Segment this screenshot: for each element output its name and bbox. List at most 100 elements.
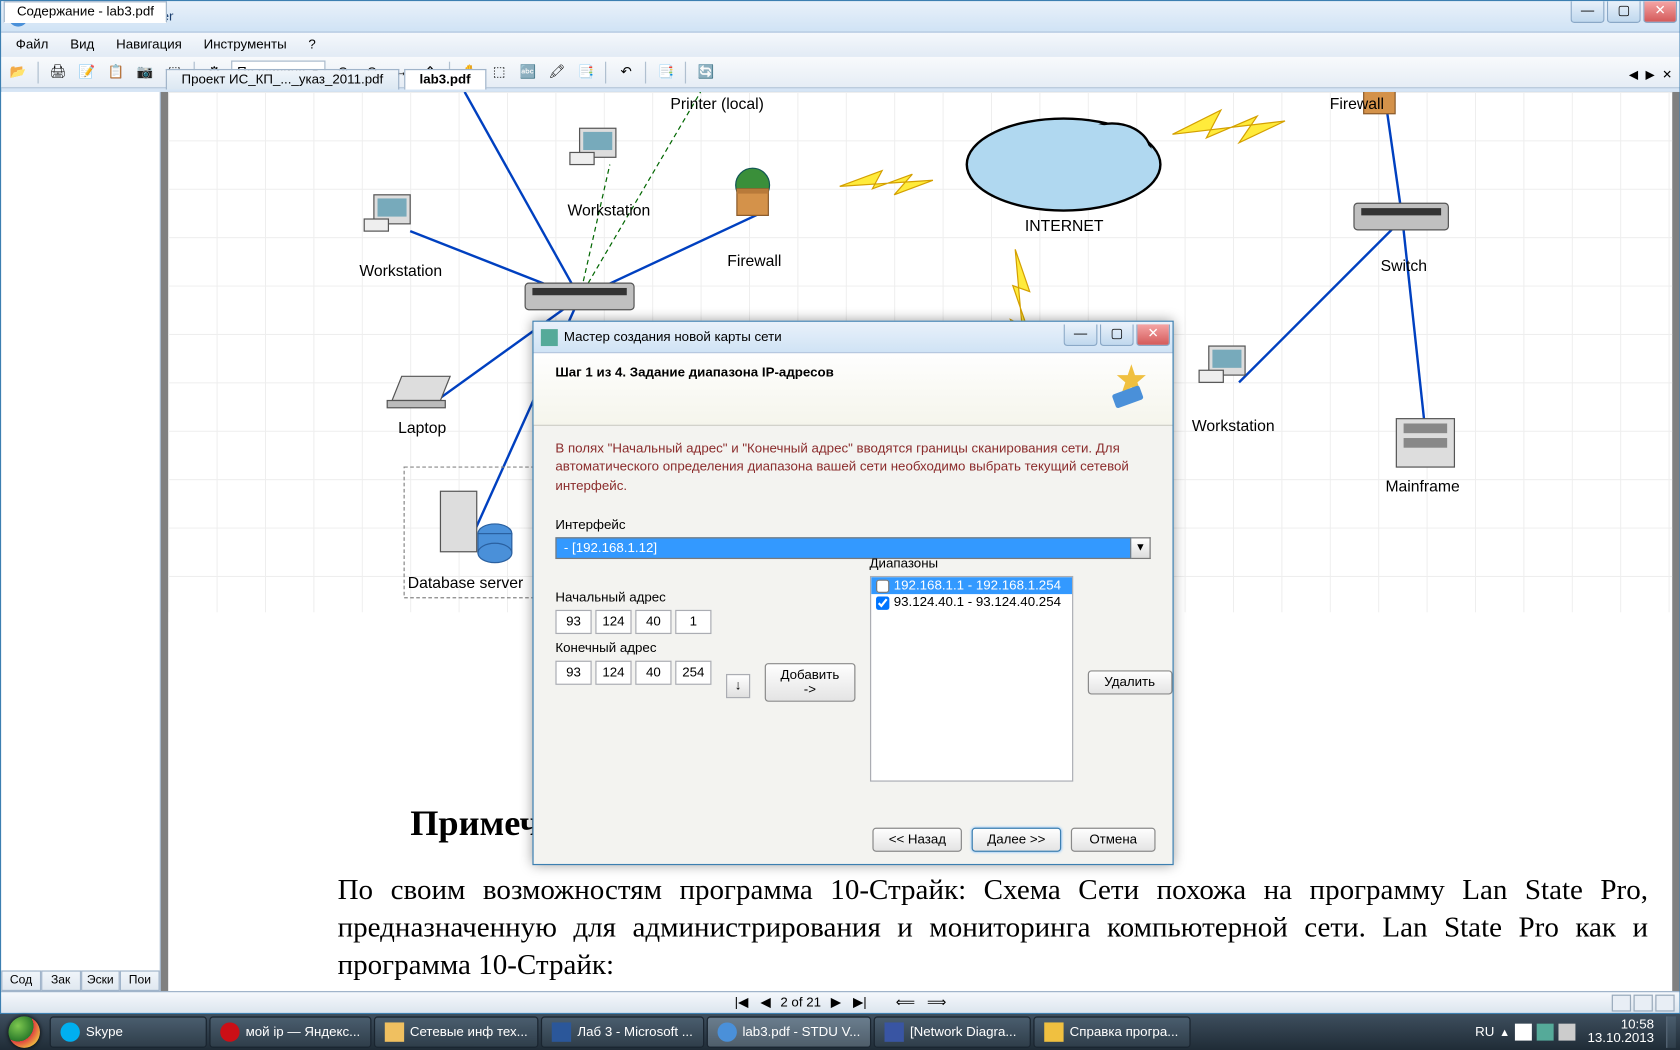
undo-icon[interactable]: ↶ bbox=[614, 60, 638, 84]
last-page-icon[interactable]: ▶| bbox=[851, 995, 870, 1011]
tab-prev-icon[interactable]: ◀ bbox=[1626, 69, 1640, 82]
highlight-icon[interactable]: 🖍 bbox=[545, 60, 569, 84]
dialog-maximize-button[interactable]: ▢ bbox=[1100, 324, 1134, 346]
tab-close-icon[interactable]: ✕ bbox=[1660, 69, 1675, 82]
minimize-button[interactable]: — bbox=[1571, 1, 1605, 23]
taskbar-skype[interactable]: Skype bbox=[50, 1016, 207, 1047]
end-ip-octet-3[interactable]: 40 bbox=[635, 661, 671, 685]
nav-forward-icon[interactable]: ⟹ bbox=[925, 995, 949, 1011]
menu-file[interactable]: Файл bbox=[6, 35, 58, 54]
view-mode-3-icon[interactable] bbox=[1655, 994, 1674, 1011]
start-ip-octet-1[interactable]: 93 bbox=[555, 610, 591, 634]
dialog-help-text: В полях "Начальный адрес" и "Конечный ад… bbox=[555, 440, 1150, 496]
end-ip-octet-4[interactable]: 254 bbox=[675, 661, 711, 685]
maximize-button[interactable]: ▢ bbox=[1607, 1, 1641, 23]
taskbar-visio[interactable]: [Network Diagra... bbox=[874, 1016, 1031, 1047]
dialog-close-button[interactable]: ✕ bbox=[1136, 324, 1170, 346]
start-ip-octet-2[interactable]: 124 bbox=[595, 610, 631, 634]
tray-clock[interactable]: 10:58 13.10.2013 bbox=[1580, 1019, 1661, 1046]
end-address-label: Конечный адрес bbox=[555, 642, 711, 657]
menu-help[interactable]: ? bbox=[299, 35, 326, 54]
tab-next-icon[interactable]: ▶ bbox=[1643, 69, 1657, 82]
cancel-button[interactable]: Отмена bbox=[1071, 828, 1156, 852]
copy-icon[interactable]: 📋 bbox=[104, 60, 128, 84]
label-workstation-top: Workstation bbox=[567, 201, 650, 219]
swap-addresses-button[interactable]: ↓ bbox=[726, 674, 750, 698]
interface-dropdown-icon[interactable]: ▼ bbox=[1131, 537, 1150, 559]
sidebar-tab-thumbnails[interactable]: Эски bbox=[80, 970, 120, 991]
start-address-label: Начальный адрес bbox=[555, 591, 711, 606]
sidebar-tab-contents[interactable]: Содержание - lab3.pdf bbox=[4, 1, 168, 23]
next-button[interactable]: Далее >> bbox=[971, 828, 1061, 852]
range-text-2: 93.124.40.1 - 93.124.40.254 bbox=[894, 596, 1061, 611]
ranges-listbox[interactable]: 192.168.1.1 - 192.168.1.254 93.124.40.1 … bbox=[870, 576, 1073, 782]
prev-page-icon[interactable]: ◀ bbox=[758, 995, 773, 1011]
first-page-icon[interactable]: |◀ bbox=[732, 995, 751, 1011]
start-button[interactable] bbox=[0, 1014, 48, 1050]
taskbar-word-label: Лаб 3 - Microsoft ... bbox=[577, 1025, 692, 1040]
select-icon[interactable]: ⬚ bbox=[487, 60, 511, 84]
sidebar-tab-contents-bottom[interactable]: Сод bbox=[1, 970, 41, 991]
window-titlebar: lab3.pdf - STDU Viewer — ▢ ✕ bbox=[1, 1, 1679, 32]
doc-tab-1[interactable]: Проект ИС_КП_..._указ_2011.pdf bbox=[166, 69, 399, 90]
copy2-icon[interactable]: 📑 bbox=[654, 60, 678, 84]
add-range-button[interactable]: Добавить -> bbox=[765, 663, 855, 702]
menu-view[interactable]: Вид bbox=[61, 35, 104, 54]
docs-icon[interactable]: 📑 bbox=[574, 60, 598, 84]
delete-range-button[interactable]: Удалить bbox=[1087, 671, 1172, 695]
tray-volume-icon[interactable] bbox=[1558, 1024, 1575, 1041]
view-mode-2-icon[interactable] bbox=[1634, 994, 1653, 1011]
doc-tab-2[interactable]: lab3.pdf bbox=[404, 69, 486, 90]
taskbar-visio-label: [Network Diagra... bbox=[910, 1025, 1017, 1040]
pdf-heading: Примеч bbox=[410, 803, 540, 844]
start-ip-octet-3[interactable]: 40 bbox=[635, 610, 671, 634]
visio-icon bbox=[885, 1022, 904, 1041]
nav-back-icon[interactable]: ⟸ bbox=[893, 995, 917, 1011]
view-mode-1-icon[interactable] bbox=[1612, 994, 1631, 1011]
ip-range-wizard-dialog: Мастер создания новой карты сети — ▢ ✕ Ш… bbox=[532, 321, 1173, 866]
start-ip-octet-4[interactable]: 1 bbox=[675, 610, 711, 634]
sidebar-tab-search[interactable]: Пои bbox=[120, 970, 160, 991]
taskbar-stdu[interactable]: lab3.pdf - STDU V... bbox=[706, 1016, 871, 1047]
taskbar-help-label: Справка програ... bbox=[1070, 1025, 1179, 1040]
range-checkbox-1[interactable] bbox=[876, 579, 889, 592]
taskbar-word[interactable]: Лаб 3 - Microsoft ... bbox=[541, 1016, 704, 1047]
range-checkbox-2[interactable] bbox=[876, 596, 889, 609]
text-icon[interactable]: 📝 bbox=[75, 60, 99, 84]
tray-show-hidden-icon[interactable]: ▲ bbox=[1499, 1026, 1510, 1038]
end-ip-octet-1[interactable]: 93 bbox=[555, 661, 591, 685]
refresh-icon[interactable]: 🔄 bbox=[694, 60, 718, 84]
tray-language[interactable]: RU bbox=[1475, 1025, 1494, 1040]
text-select-icon[interactable]: 🔤 bbox=[516, 60, 540, 84]
page-indicator: 2 of 21 bbox=[780, 995, 821, 1010]
label-firewall-right: Firewall bbox=[1330, 94, 1384, 112]
camera-icon[interactable]: 📷 bbox=[133, 60, 157, 84]
label-database-server: Database server bbox=[408, 574, 523, 592]
opera-icon bbox=[220, 1022, 239, 1041]
range-item-2[interactable]: 93.124.40.1 - 93.124.40.254 bbox=[871, 594, 1072, 611]
end-ip-octet-2[interactable]: 124 bbox=[595, 661, 631, 685]
label-firewall-left: Firewall bbox=[727, 252, 781, 270]
tray-date: 13.10.2013 bbox=[1587, 1032, 1654, 1045]
open-icon[interactable]: 📂 bbox=[6, 60, 30, 84]
next-page-icon[interactable]: ▶ bbox=[828, 995, 843, 1011]
taskbar-explorer[interactable]: Сетевые инф тех... bbox=[374, 1016, 539, 1047]
back-button[interactable]: << Назад bbox=[873, 828, 962, 852]
taskbar-help[interactable]: Справка програ... bbox=[1033, 1016, 1190, 1047]
skype-icon bbox=[61, 1022, 80, 1041]
dialog-minimize-button[interactable]: — bbox=[1064, 324, 1098, 346]
range-item-1[interactable]: 192.168.1.1 - 192.168.1.254 bbox=[871, 577, 1072, 594]
show-desktop-button[interactable] bbox=[1666, 1016, 1676, 1047]
windows-taskbar: Skype мой ip — Яндекс... Сетевые инф тех… bbox=[0, 1014, 1680, 1050]
dialog-app-icon bbox=[541, 329, 558, 346]
close-button[interactable]: ✕ bbox=[1643, 1, 1677, 23]
menu-navigation[interactable]: Навигация bbox=[106, 35, 191, 54]
print-icon[interactable]: 🖨 bbox=[46, 60, 70, 84]
label-switch: Switch bbox=[1381, 257, 1427, 275]
sidebar-tab-bookmarks[interactable]: Зак bbox=[41, 970, 81, 991]
tray-flag-icon[interactable] bbox=[1515, 1024, 1532, 1041]
menu-tools[interactable]: Инструменты bbox=[194, 35, 296, 54]
taskbar-opera[interactable]: мой ip — Яндекс... bbox=[209, 1016, 371, 1047]
tray-network-icon[interactable] bbox=[1537, 1024, 1554, 1041]
statusbar: |◀ ◀ 2 of 21 ▶ ▶| ⟸ ⟹ bbox=[1, 991, 1679, 1013]
